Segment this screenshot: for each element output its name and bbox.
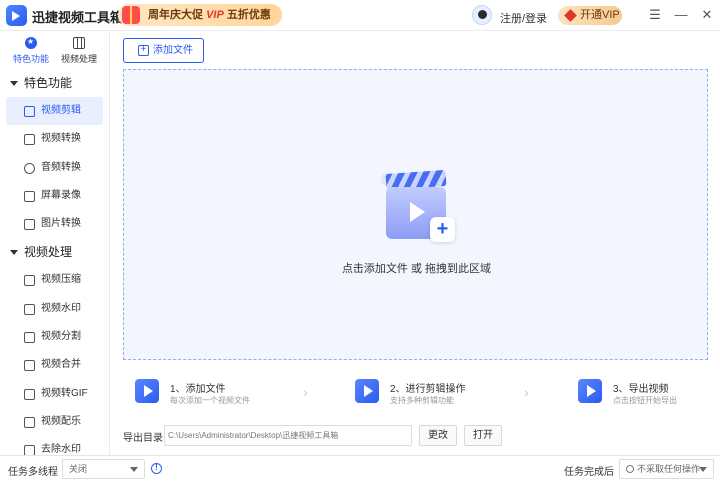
app-title: 迅捷视频工具箱 xyxy=(32,10,124,25)
step-edit-icon xyxy=(355,379,379,403)
audio-icon xyxy=(24,162,35,174)
merge-icon xyxy=(24,360,35,372)
tab-featured-label: 特色功能 xyxy=(12,54,49,64)
plus-icon: + xyxy=(430,217,455,242)
app-window: 迅捷视频工具箱 周年庆大促 VIP 五折优惠 注册/登录 开通VIP ☰ — ✕… xyxy=(0,0,720,482)
title-bar: 迅捷视频工具箱 周年庆大促 VIP 五折优惠 注册/登录 开通VIP ☰ — ✕ xyxy=(0,0,720,31)
chevron-right-icon: › xyxy=(524,384,529,400)
sidebar-item-label: 图片转换 xyxy=(41,218,81,230)
sidebar-item-label: 视频水印 xyxy=(41,302,81,314)
step-export-icon xyxy=(578,379,602,403)
sidebar-item-video-compress[interactable]: 视频压缩 xyxy=(0,266,109,294)
image-icon xyxy=(24,219,35,231)
star-icon xyxy=(25,37,37,49)
export-label: 导出目录 xyxy=(123,433,163,444)
sidebar-item-label: 视频转GIF xyxy=(41,387,88,399)
sidebar-item-image-convert[interactable]: 图片转换 xyxy=(0,210,109,238)
export-row: 导出目录 C:\Users\Administrator\Desktop\迅捷视频… xyxy=(110,424,720,448)
ban-icon xyxy=(626,465,634,473)
sidebar-item-video-music[interactable]: 视频配乐 xyxy=(0,408,109,436)
status-bar: 任务多线程 关闭 ! 任务完成后 不采取任何操作 xyxy=(0,455,720,482)
group-video-processing[interactable]: 视频处理 xyxy=(0,238,109,266)
complete-label: 任务完成后 xyxy=(564,467,614,478)
promo-vip: VIP xyxy=(206,9,224,21)
avatar[interactable] xyxy=(472,5,492,25)
sidebar-item-label: 视频配乐 xyxy=(41,415,81,427)
sidebar-item-label: 视频压缩 xyxy=(41,274,81,286)
complete-value: 不采取任何操作 xyxy=(637,464,701,474)
step-subtitle: 支持多种剪辑功能 xyxy=(390,396,454,405)
remove-watermark-icon xyxy=(24,445,35,455)
open-button[interactable]: 打开 xyxy=(464,425,502,446)
add-file-icon: + xyxy=(138,45,149,56)
vip-button-label: 开通VIP xyxy=(580,9,620,21)
menu-icon[interactable]: ☰ xyxy=(648,8,662,22)
tab-featured[interactable]: 特色功能 xyxy=(8,37,54,67)
sidebar-item-remove-watermark[interactable]: 去除水印 xyxy=(0,436,109,455)
sidebar-item-label: 视频转换 xyxy=(41,133,81,145)
step-title: 3、导出视频 xyxy=(613,384,669,395)
step-add-file-icon xyxy=(135,379,159,403)
export-path-input[interactable]: C:\Users\Administrator\Desktop\迅捷视频工具箱 xyxy=(164,425,412,446)
sidebar-item-audio-convert[interactable]: 音频转换 xyxy=(0,154,109,182)
tab-video-processing[interactable]: 视频处理 xyxy=(56,37,102,67)
sidebar-item-video-merge[interactable]: 视频合并 xyxy=(0,351,109,379)
sidebar-item-label: 视频剪辑 xyxy=(41,105,81,116)
sidebar-item-label: 视频合并 xyxy=(41,359,81,371)
sidebar-item-video-edit[interactable]: 视频剪辑 xyxy=(6,97,103,126)
promo-text-prefix: 周年庆大促 xyxy=(148,9,203,21)
multitask-label: 任务多线程 xyxy=(8,467,58,478)
gif-icon xyxy=(24,388,35,400)
steps-bar: 1、添加文件 每次添加一个视频文件 › 2、进行剪辑操作 支持多种剪辑功能 › … xyxy=(123,371,708,416)
video-clapper-icon: + xyxy=(381,169,457,252)
step-subtitle: 点击按钮开始导出 xyxy=(613,396,677,405)
music-icon xyxy=(24,416,35,428)
multitask-value: 关闭 xyxy=(69,464,88,474)
tab-video-processing-label: 视频处理 xyxy=(60,54,97,64)
multitask-select[interactable]: 关闭 xyxy=(62,459,145,479)
drop-zone[interactable]: + 点击添加文件 或 拖拽到此区域 xyxy=(123,69,708,360)
sidebar-item-label: 音频转换 xyxy=(41,161,81,173)
drop-hint: 点击添加文件 或 拖拽到此区域 xyxy=(341,263,492,275)
sidebar-item-video-convert[interactable]: 视频转换 xyxy=(0,125,109,153)
watermark-icon xyxy=(24,303,35,315)
sidebar-item-video-watermark[interactable]: 视频水印 xyxy=(0,295,109,323)
chevron-down-icon xyxy=(699,467,707,472)
chevron-right-icon: › xyxy=(303,384,308,400)
info-icon[interactable]: ! xyxy=(151,463,162,474)
add-file-button[interactable]: + 添加文件 xyxy=(123,38,204,63)
minimize-icon[interactable]: — xyxy=(674,8,688,22)
video-convert-icon xyxy=(24,134,35,146)
screen-record-icon xyxy=(24,190,35,202)
change-button[interactable]: 更改 xyxy=(419,425,457,446)
step-title: 1、添加文件 xyxy=(170,384,226,395)
split-icon xyxy=(24,332,35,344)
sidebar-item-label: 视频分割 xyxy=(41,331,81,343)
gift-icon xyxy=(122,6,140,24)
sidebar-item-video-split[interactable]: 视频分割 xyxy=(0,323,109,351)
login-link[interactable]: 注册/登录 xyxy=(500,10,547,26)
promo-banner[interactable]: 周年庆大促 VIP 五折优惠 xyxy=(118,4,282,26)
complete-select[interactable]: 不采取任何操作 xyxy=(619,459,714,479)
close-icon[interactable]: ✕ xyxy=(700,8,714,22)
film-icon xyxy=(73,37,85,49)
diamond-icon xyxy=(564,9,577,22)
add-file-label: 添加文件 xyxy=(153,45,193,56)
app-logo-icon xyxy=(6,5,27,26)
sidebar-item-video-gif[interactable]: 视频转GIF xyxy=(0,380,109,408)
step-subtitle: 每次添加一个视频文件 xyxy=(170,396,250,405)
sidebar-item-label: 去除水印 xyxy=(41,444,81,455)
compress-icon xyxy=(24,275,35,287)
sidebar: 特色功能 视频处理 特色功能 视频剪辑 视频转换 音频转换 屏幕录像 图片转换 … xyxy=(0,31,110,455)
group-featured[interactable]: 特色功能 xyxy=(0,69,109,97)
main-panel: + 添加文件 + 点击添加文件 或 拖拽到此区域 1、添加文件 每次添加一个视频… xyxy=(110,31,720,455)
step-title: 2、进行剪辑操作 xyxy=(390,384,466,395)
video-edit-icon xyxy=(24,106,35,117)
promo-text-suffix: 五折优惠 xyxy=(226,9,271,21)
chevron-down-icon xyxy=(130,467,138,472)
sidebar-item-label: 屏幕录像 xyxy=(41,189,81,201)
vip-button[interactable]: 开通VIP xyxy=(558,6,622,25)
sidebar-item-screen-record[interactable]: 屏幕录像 xyxy=(0,182,109,210)
sidebar-tabs: 特色功能 视频处理 xyxy=(0,31,109,69)
